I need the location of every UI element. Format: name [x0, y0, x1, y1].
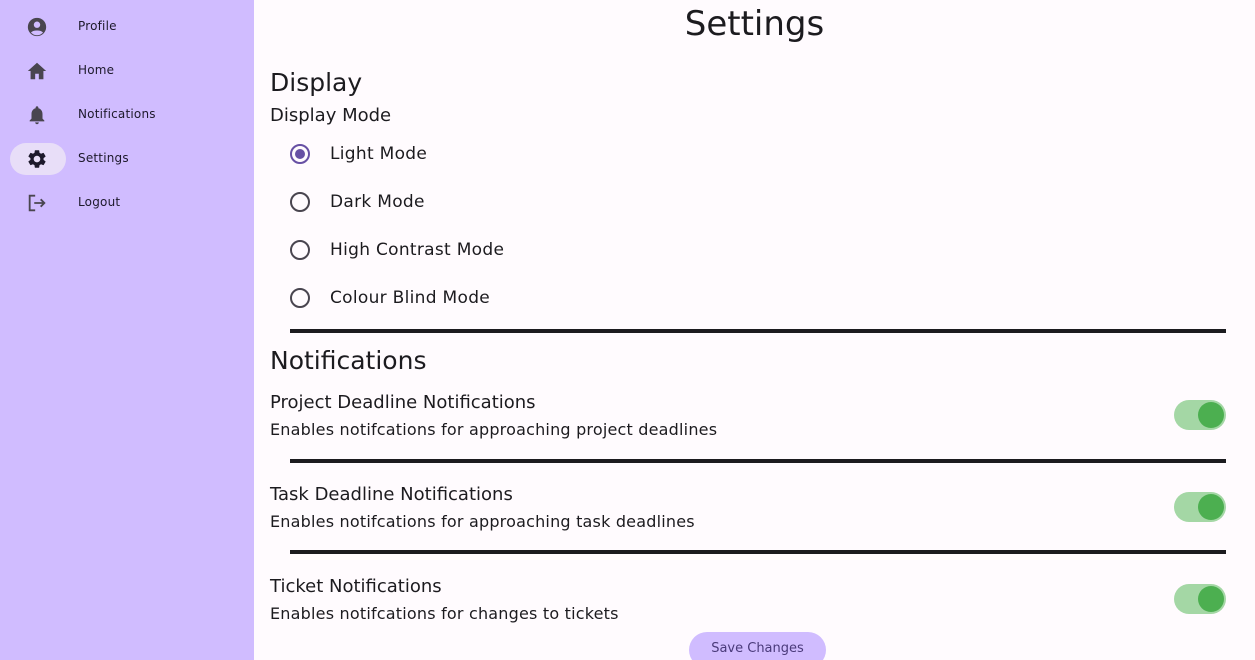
radio-light-mode[interactable]: Light Mode	[290, 139, 890, 169]
radio-high-contrast-mode[interactable]: High Contrast Mode	[290, 235, 890, 265]
sidebar-item-label: Home	[78, 63, 115, 77]
radio-unselected-icon[interactable]	[290, 192, 310, 212]
switch-thumb	[1198, 402, 1224, 428]
sidebar-item-home[interactable]: Home	[10, 55, 250, 87]
radio-selected-icon[interactable]	[290, 144, 310, 164]
divider	[290, 329, 1226, 333]
save-changes-button[interactable]: Save Changes	[689, 632, 826, 660]
sidebar: Profile Home Notifications Settings Logo…	[0, 0, 254, 660]
notification-description: Enables notifcations for changes to tick…	[270, 604, 619, 623]
notification-title: Project Deadline Notifications	[270, 392, 536, 413]
radio-unselected-icon[interactable]	[290, 288, 310, 308]
display-heading: Display	[270, 68, 363, 97]
divider	[290, 550, 1226, 554]
ticket-toggle[interactable]	[1174, 583, 1226, 615]
settings-main: Settings Display Display Mode Light Mode…	[254, 0, 1255, 660]
task-deadline-toggle[interactable]	[1174, 491, 1226, 523]
logout-icon	[26, 192, 48, 214]
sidebar-item-label: Logout	[78, 195, 121, 209]
home-icon	[26, 60, 48, 82]
sidebar-item-settings[interactable]: Settings	[10, 143, 250, 175]
radio-unselected-icon[interactable]	[290, 240, 310, 260]
switch-thumb	[1198, 494, 1224, 520]
sidebar-item-profile[interactable]: Profile	[10, 11, 250, 43]
radio-label: High Contrast Mode	[330, 240, 505, 260]
divider	[290, 459, 1226, 463]
notification-title: Ticket Notifications	[270, 576, 442, 597]
notifications-heading: Notifications	[270, 346, 427, 375]
notification-description: Enables notifcations for approaching pro…	[270, 420, 718, 439]
sidebar-item-label: Profile	[78, 19, 117, 33]
radio-label: Light Mode	[330, 144, 428, 164]
account-circle-icon	[26, 16, 48, 38]
sidebar-item-label: Notifications	[78, 107, 156, 121]
radio-label: Dark Mode	[330, 192, 425, 212]
display-mode-heading: Display Mode	[270, 105, 392, 126]
radio-colour-blind-mode[interactable]: Colour Blind Mode	[290, 283, 890, 313]
notification-title: Task Deadline Notifications	[270, 484, 513, 505]
sidebar-item-notifications[interactable]: Notifications	[10, 99, 250, 131]
radio-label: Colour Blind Mode	[330, 288, 491, 308]
radio-dark-mode[interactable]: Dark Mode	[290, 187, 890, 217]
notification-description: Enables notifcations for approaching tas…	[270, 512, 695, 531]
sidebar-item-logout[interactable]: Logout	[10, 187, 250, 219]
sidebar-item-label: Settings	[78, 151, 129, 165]
project-deadline-toggle[interactable]	[1174, 399, 1226, 431]
gear-icon	[26, 148, 48, 170]
switch-thumb	[1198, 586, 1224, 612]
page-title: Settings	[684, 4, 825, 44]
bell-icon	[26, 104, 48, 126]
